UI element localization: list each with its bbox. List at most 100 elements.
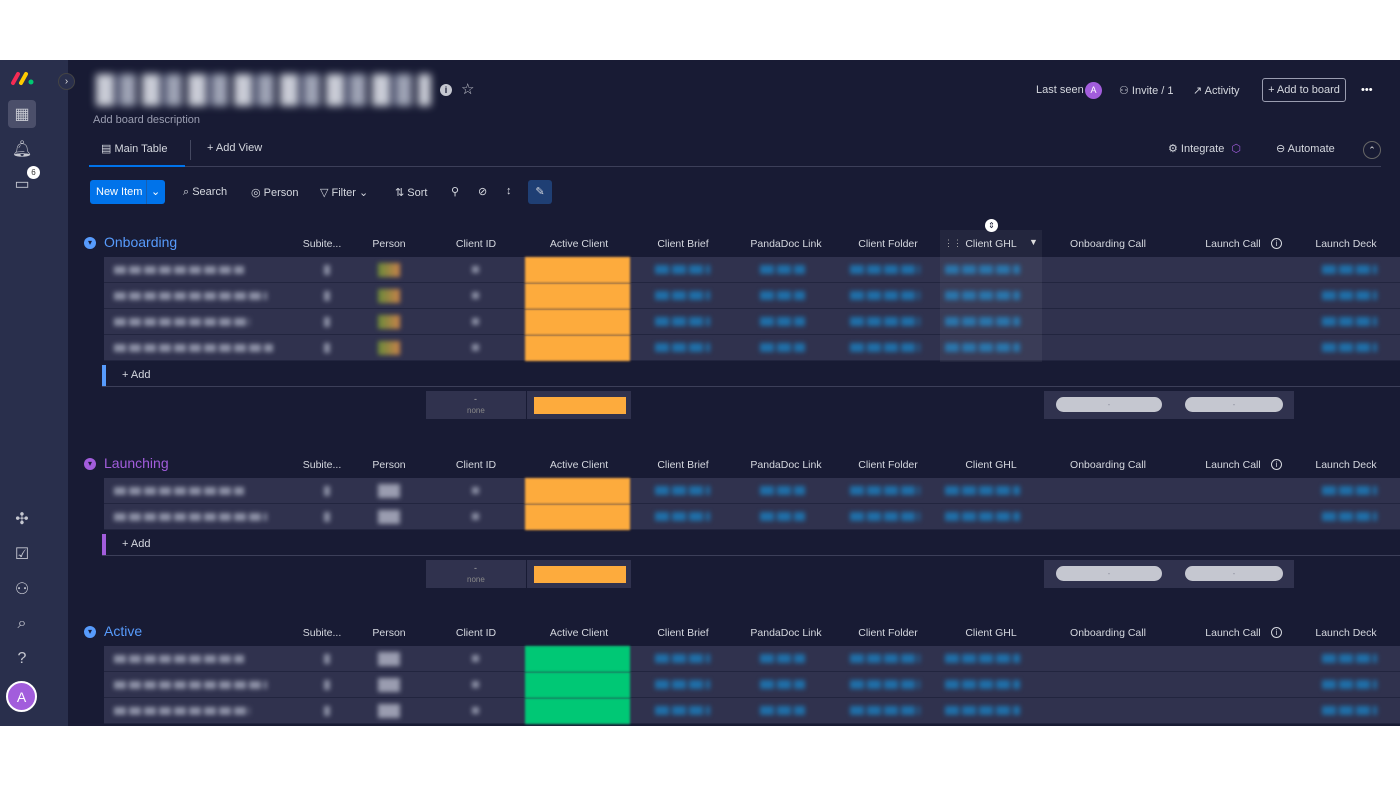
launch-call-summary-pill[interactable]: - (1185, 397, 1283, 412)
workspace-grid-icon[interactable]: ▦ (8, 100, 36, 128)
group-collapse-icon[interactable]: ▾ (84, 237, 96, 249)
client-id-cell[interactable] (472, 681, 479, 688)
active-client-status[interactable] (525, 646, 630, 672)
column-header[interactable]: Client Brief (657, 459, 708, 471)
subitems-cell[interactable] (324, 343, 330, 353)
launch-deck-link[interactable] (1322, 265, 1377, 274)
column-header[interactable]: Launch Call (1205, 627, 1260, 639)
pandadoc-link[interactable] (760, 680, 805, 689)
pin-icon[interactable]: ⚲ (451, 185, 459, 198)
item-name[interactable] (114, 266, 244, 274)
client-folder-link[interactable] (850, 486, 920, 495)
subitems-cell[interactable] (324, 512, 330, 522)
group-title[interactable]: Active (104, 623, 142, 639)
add-item-row[interactable] (102, 534, 1400, 556)
status-distribution-bar[interactable] (534, 566, 626, 583)
column-header[interactable]: Client GHL (965, 459, 1016, 471)
column-header[interactable]: Client Folder (858, 627, 918, 639)
person-cell[interactable] (378, 678, 400, 692)
active-client-status[interactable] (525, 672, 630, 698)
client-ghl-link[interactable] (945, 654, 1020, 663)
active-client-status[interactable] (525, 478, 630, 504)
user-avatar[interactable]: A (6, 681, 37, 712)
column-header[interactable]: Client GHL (965, 627, 1016, 639)
collapse-header-button[interactable]: ⌃ (1363, 141, 1381, 159)
client-brief-link[interactable] (655, 343, 710, 352)
last-seen-avatar[interactable]: A (1085, 82, 1102, 99)
onboarding-call-summary-pill[interactable]: - (1056, 566, 1162, 581)
automate-button[interactable]: ⊖ Automate (1276, 142, 1335, 155)
launch-call-info-icon[interactable]: i (1271, 627, 1282, 638)
person-cell[interactable] (378, 289, 400, 303)
launch-call-info-icon[interactable]: i (1271, 459, 1282, 470)
column-header[interactable]: Client GHL (965, 238, 1016, 250)
column-header[interactable]: Onboarding Call (1070, 627, 1146, 639)
column-header[interactable]: Client ID (456, 627, 496, 639)
table-row[interactable] (104, 672, 1400, 698)
column-header[interactable]: Launch Call (1205, 238, 1260, 250)
sort-button[interactable]: ⇅ Sort (395, 186, 427, 199)
person-cell[interactable] (378, 484, 400, 498)
client-brief-link[interactable] (655, 291, 710, 300)
star-icon[interactable]: ☆ (461, 80, 474, 98)
launch-deck-link[interactable] (1322, 291, 1377, 300)
column-header[interactable]: Launch Deck (1315, 459, 1376, 471)
status-distribution-bar[interactable] (534, 397, 626, 414)
item-name[interactable] (114, 655, 244, 663)
active-client-status[interactable] (525, 504, 630, 530)
group-collapse-icon[interactable]: ▾ (84, 626, 96, 638)
table-row[interactable] (104, 283, 1400, 309)
person-cell[interactable] (378, 263, 400, 277)
table-row[interactable] (104, 309, 1400, 335)
subitems-cell[interactable] (324, 486, 330, 496)
item-name[interactable] (114, 707, 250, 715)
client-folder-link[interactable] (850, 291, 920, 300)
pandadoc-link[interactable] (760, 265, 805, 274)
new-item-button[interactable]: New Item ⌄ (90, 180, 165, 204)
client-id-cell[interactable] (472, 266, 479, 273)
invite-members-icon[interactable]: ⚇ (8, 575, 36, 603)
column-header[interactable]: Active Client (550, 627, 608, 639)
column-header[interactable]: Client Folder (858, 459, 918, 471)
column-header[interactable]: PandaDoc Link (750, 238, 821, 250)
pandadoc-link[interactable] (760, 512, 805, 521)
group-title[interactable]: Onboarding (104, 234, 177, 250)
client-folder-link[interactable] (850, 680, 920, 689)
table-row[interactable] (104, 335, 1400, 361)
subitems-cell[interactable] (324, 265, 330, 275)
column-header[interactable]: Onboarding Call (1070, 459, 1146, 471)
add-item-label[interactable]: + Add (122, 369, 150, 381)
launch-deck-link[interactable] (1322, 706, 1377, 715)
client-ghl-link[interactable] (945, 291, 1020, 300)
client-folder-link[interactable] (850, 706, 920, 715)
subitems-cell[interactable] (324, 317, 330, 327)
column-header[interactable]: Person (372, 238, 405, 250)
client-folder-link[interactable] (850, 317, 920, 326)
launch-call-summary-pill[interactable]: - (1185, 566, 1283, 581)
pandadoc-link[interactable] (760, 654, 805, 663)
column-header[interactable]: Client Brief (657, 238, 708, 250)
client-id-cell[interactable] (472, 344, 479, 351)
onboarding-call-summary-pill[interactable]: - (1056, 397, 1162, 412)
table-row[interactable] (104, 646, 1400, 672)
add-to-board-button[interactable]: + Add to board (1262, 78, 1346, 102)
client-folder-link[interactable] (850, 654, 920, 663)
client-id-cell[interactable] (472, 318, 479, 325)
hide-columns-icon[interactable]: ⊘ (478, 185, 487, 198)
client-brief-link[interactable] (655, 317, 710, 326)
conditional-coloring-icon[interactable]: ✎ (528, 180, 552, 204)
column-header[interactable]: Subite... (303, 459, 342, 471)
subitems-cell[interactable] (324, 291, 330, 301)
subitems-cell[interactable] (324, 654, 330, 664)
client-ghl-link[interactable] (945, 706, 1020, 715)
client-brief-link[interactable] (655, 512, 710, 521)
column-header[interactable]: Onboarding Call (1070, 238, 1146, 250)
active-client-status[interactable] (525, 283, 630, 309)
pandadoc-link[interactable] (760, 486, 805, 495)
item-name[interactable] (114, 344, 273, 352)
add-view-button[interactable]: + Add View (207, 142, 262, 154)
column-menu-chevron-icon[interactable]: ▼ (1029, 237, 1038, 247)
bell-icon[interactable]: 🔔︎ (8, 135, 36, 163)
board-description[interactable]: Add board description (93, 114, 200, 126)
launch-deck-link[interactable] (1322, 680, 1377, 689)
